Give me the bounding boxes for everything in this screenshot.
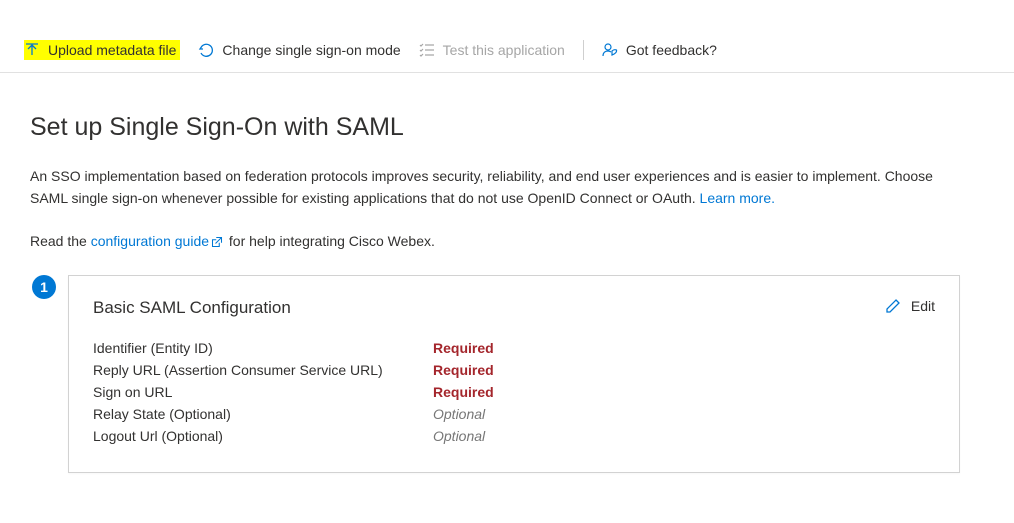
learn-more-link[interactable]: Learn more. [700, 190, 775, 206]
config-value: Required [433, 362, 494, 378]
description-text: An SSO implementation based on federatio… [30, 168, 933, 206]
config-label: Reply URL (Assertion Consumer Service UR… [93, 362, 433, 378]
pencil-icon [885, 298, 901, 314]
config-value: Required [433, 340, 494, 356]
config-row: Sign on URL Required [93, 384, 935, 400]
step-badge-1: 1 [32, 275, 56, 299]
feedback-icon [602, 42, 618, 58]
config-value: Required [433, 384, 494, 400]
undo-icon [198, 42, 214, 58]
config-value: Optional [433, 428, 485, 444]
config-row: Logout Url (Optional) Optional [93, 428, 935, 444]
config-row: Identifier (Entity ID) Required [93, 340, 935, 356]
feedback-button[interactable]: Got feedback? [602, 42, 717, 58]
card-title: Basic SAML Configuration [93, 298, 291, 318]
upload-metadata-button[interactable]: Upload metadata file [24, 40, 180, 60]
edit-button[interactable]: Edit [885, 298, 935, 314]
change-mode-label: Change single sign-on mode [222, 42, 400, 58]
config-row: Relay State (Optional) Optional [93, 406, 935, 422]
toolbar: Upload metadata file Change single sign-… [0, 30, 1014, 73]
content: Set up Single Sign-On with SAML An SSO i… [0, 73, 990, 473]
configuration-guide-line: Read the configuration guide for help in… [30, 233, 960, 250]
basic-saml-config-card: Basic SAML Configuration Edit Identifier… [68, 275, 960, 473]
upload-metadata-label: Upload metadata file [48, 42, 176, 58]
feedback-label: Got feedback? [626, 42, 717, 58]
upload-icon [24, 42, 40, 58]
description: An SSO implementation based on federatio… [30, 166, 960, 209]
config-row: Reply URL (Assertion Consumer Service UR… [93, 362, 935, 378]
config-label: Logout Url (Optional) [93, 428, 433, 444]
guide-prefix: Read the [30, 233, 91, 249]
change-mode-button[interactable]: Change single sign-on mode [198, 42, 400, 58]
page-title: Set up Single Sign-On with SAML [30, 113, 960, 142]
toolbar-divider [583, 40, 584, 60]
config-label: Identifier (Entity ID) [93, 340, 433, 356]
checklist-icon [419, 42, 435, 58]
config-label: Relay State (Optional) [93, 406, 433, 422]
config-label: Sign on URL [93, 384, 433, 400]
guide-suffix: for help integrating Cisco Webex. [225, 233, 435, 249]
card-header: Basic SAML Configuration Edit [93, 298, 935, 318]
external-link-icon [211, 235, 223, 251]
test-application-button[interactable]: Test this application [419, 42, 565, 58]
step-1: 1 Basic SAML Configuration Edit Identifi… [30, 275, 960, 473]
config-value: Optional [433, 406, 485, 422]
configuration-guide-link[interactable]: configuration guide [91, 233, 225, 249]
test-application-label: Test this application [443, 42, 565, 58]
edit-label: Edit [911, 298, 935, 314]
